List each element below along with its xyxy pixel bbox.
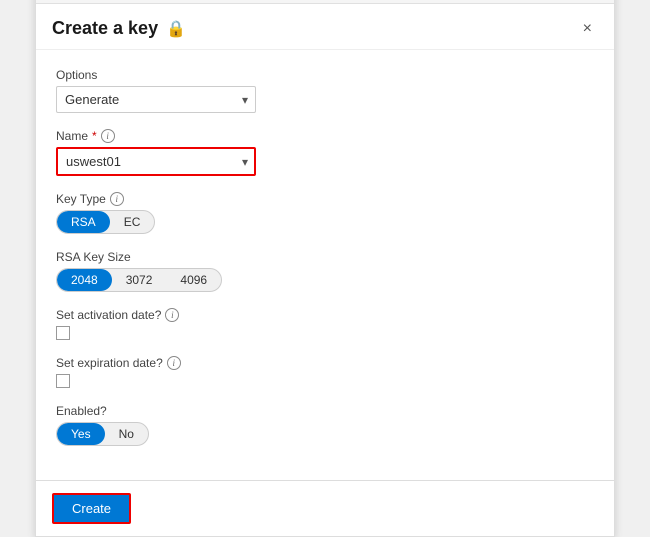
- rsa-size-3072[interactable]: 3072: [112, 269, 167, 291]
- activation-info-icon: i: [165, 308, 179, 322]
- options-group: Options Generate Import: [56, 68, 594, 113]
- key-type-rsa[interactable]: RSA: [57, 211, 110, 233]
- name-label: Name * i: [56, 129, 594, 143]
- enabled-no[interactable]: No: [105, 423, 148, 445]
- activation-group: Set activation date? i: [56, 308, 594, 340]
- name-info-icon: i: [101, 129, 115, 143]
- enabled-yes[interactable]: Yes: [57, 423, 105, 445]
- key-type-ec[interactable]: EC: [110, 211, 155, 233]
- title-text: Create a key: [52, 18, 158, 39]
- rsa-size-2048[interactable]: 2048: [57, 269, 112, 291]
- rsa-key-size-group: RSA Key Size 2048 3072 4096: [56, 250, 594, 292]
- activation-label: Set activation date? i: [56, 308, 594, 322]
- expiration-checkbox[interactable]: [56, 374, 70, 388]
- options-label: Options: [56, 68, 594, 82]
- options-select[interactable]: Generate Import: [56, 86, 256, 113]
- rsa-size-4096[interactable]: 4096: [166, 269, 221, 291]
- panel-footer: Create: [36, 480, 614, 536]
- key-type-toggle: RSA EC: [56, 210, 155, 234]
- close-button[interactable]: ×: [577, 19, 598, 39]
- enabled-toggle: Yes No: [56, 422, 149, 446]
- panel-body: Options Generate Import Name * i: [36, 50, 614, 480]
- expiration-group: Set expiration date? i: [56, 356, 594, 388]
- name-input-wrapper: [56, 147, 256, 176]
- activation-checkbox-wrapper: [56, 326, 594, 340]
- expiration-info-icon: i: [167, 356, 181, 370]
- create-button[interactable]: Create: [52, 493, 131, 524]
- enabled-label: Enabled?: [56, 404, 594, 418]
- options-select-wrapper: Generate Import: [56, 86, 256, 113]
- panel-title: Create a key 🔒: [52, 18, 186, 39]
- activation-checkbox[interactable]: [56, 326, 70, 340]
- enabled-group: Enabled? Yes No: [56, 404, 594, 446]
- key-type-label: Key Type i: [56, 192, 594, 206]
- rsa-key-size-label: RSA Key Size: [56, 250, 594, 264]
- rsa-key-size-toggle: 2048 3072 4096: [56, 268, 222, 292]
- expiration-checkbox-wrapper: [56, 374, 594, 388]
- key-type-group: Key Type i RSA EC: [56, 192, 594, 234]
- lock-icon: 🔒: [166, 19, 186, 39]
- create-key-panel: Home > Select your Azure Data Box > Orde…: [35, 0, 615, 537]
- name-group: Name * i: [56, 129, 594, 176]
- expiration-label: Set expiration date? i: [56, 356, 594, 370]
- required-marker: *: [92, 129, 97, 143]
- panel-header: Create a key 🔒 ×: [36, 4, 614, 50]
- name-input[interactable]: [56, 147, 256, 176]
- key-type-info-icon: i: [110, 192, 124, 206]
